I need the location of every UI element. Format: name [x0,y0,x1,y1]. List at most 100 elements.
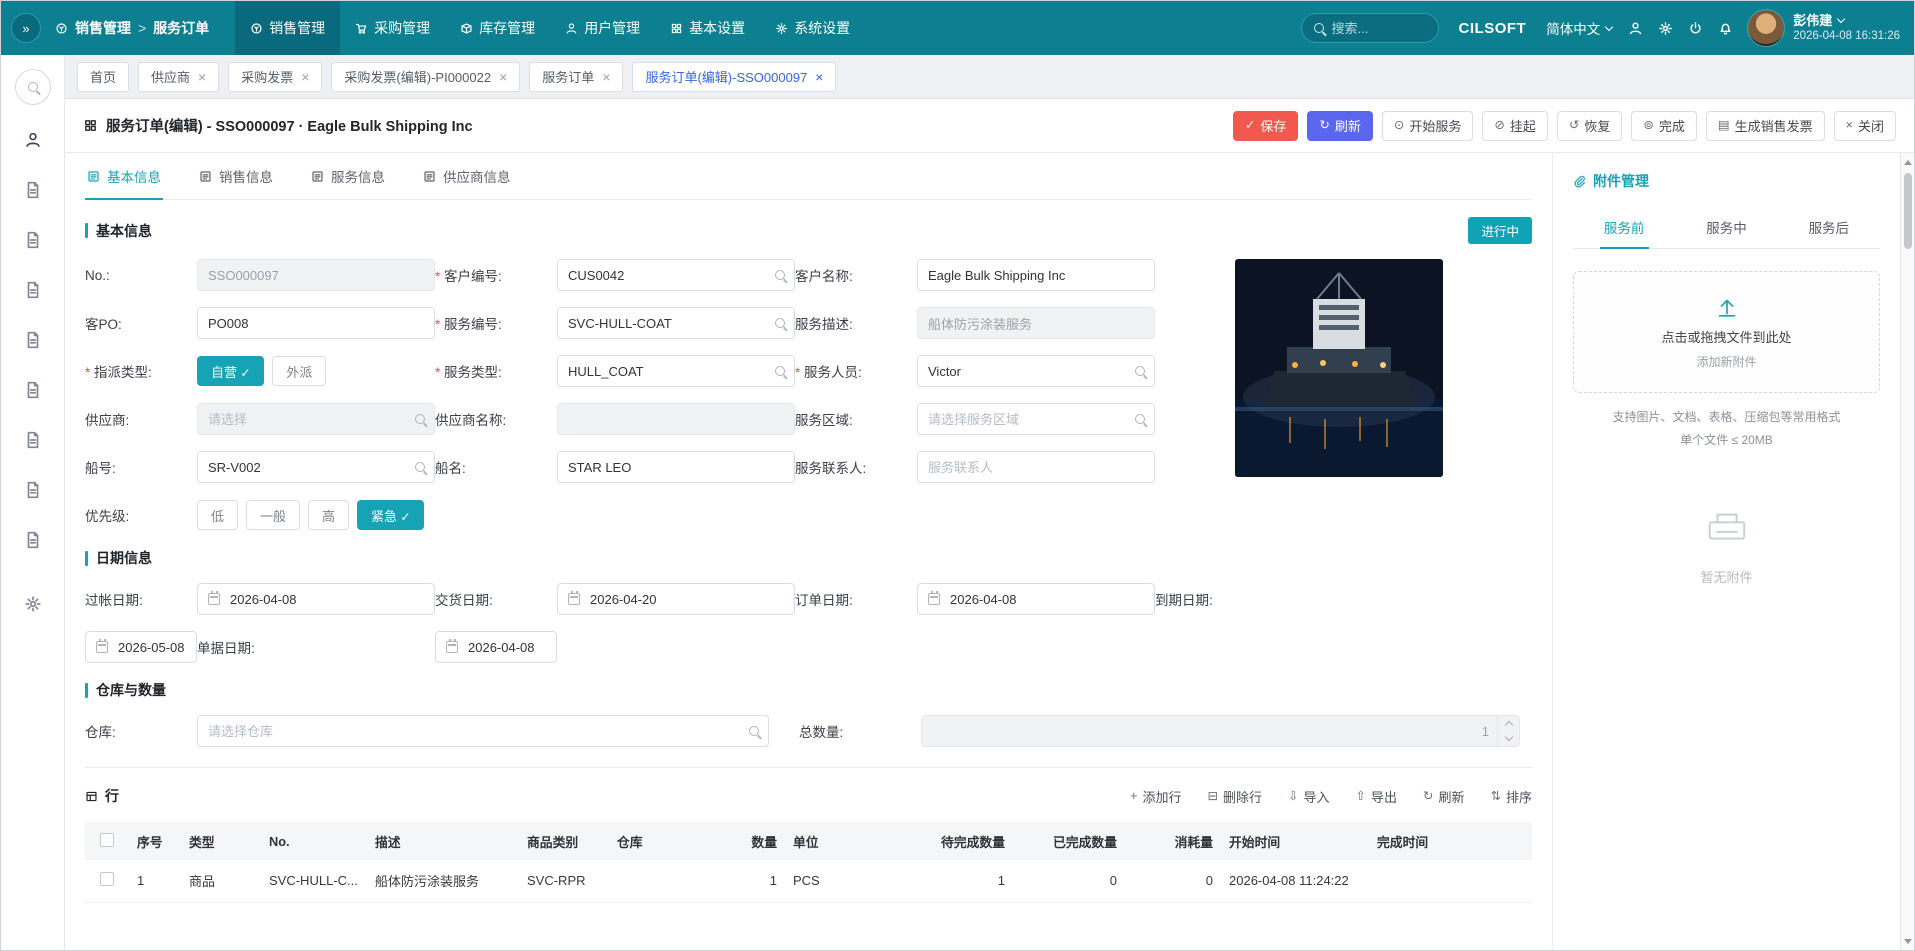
row-checkbox[interactable] [100,872,114,886]
assign-type-outsource-option[interactable]: 外派 [272,356,326,386]
close-icon[interactable]: × [301,70,309,84]
assign-type-self-option[interactable]: 自营 [197,356,264,386]
sidebar-item-doc-8[interactable] [1,515,64,565]
sidebar-item-settings[interactable] [1,579,64,629]
priority-urgent-option[interactable]: 紧急 [357,500,424,530]
global-search-input[interactable] [1332,21,1422,36]
close-icon[interactable]: × [602,70,610,84]
generate-invoice-button[interactable]: ▤生成销售发票 [1706,111,1825,141]
refresh-button[interactable]: ↻刷新 [1307,111,1373,141]
menu-inventory[interactable]: 库存管理 [445,1,550,55]
close-page-button[interactable]: ×关闭 [1834,111,1896,141]
sidebar-item-doc-2[interactable] [1,215,64,265]
close-icon[interactable]: × [198,70,206,84]
settings-gear-icon[interactable] [1658,21,1673,36]
menu-basic-settings[interactable]: 基本设置 [655,1,760,55]
refresh-lines-button[interactable]: ↻刷新 [1423,787,1465,806]
vertical-scrollbar[interactable] [1900,153,1914,950]
complete-button[interactable]: ⊚完成 [1631,111,1697,141]
search-icon[interactable] [749,726,759,736]
stepper-down-icon[interactable] [1498,731,1519,746]
tab-pre-service[interactable]: 服务前 [1573,207,1675,248]
priority-normal-option[interactable]: 一般 [246,500,300,530]
service-contact-field[interactable] [917,451,1155,483]
user-menu[interactable]: 彭伟建 2026-04-08 16:31:26 [1747,9,1900,47]
calendar-icon[interactable] [568,593,580,605]
priority-high-option[interactable]: 高 [308,500,349,530]
resume-button[interactable]: ↺恢复 [1557,111,1623,141]
calendar-icon[interactable] [446,641,458,653]
menu-purchase[interactable]: 采购管理 [340,1,445,55]
search-icon[interactable] [1135,366,1145,376]
posting-date-field[interactable] [197,583,435,615]
sidebar-item-doc-3[interactable] [1,265,64,315]
search-icon[interactable] [415,462,425,472]
priority-low-option[interactable]: 低 [197,500,238,530]
scrollbar-thumb[interactable] [1904,173,1912,249]
add-row-button[interactable]: +添加行 [1130,787,1181,806]
menu-system-settings[interactable]: 系统设置 [760,1,865,55]
tab-supplier-info[interactable]: 供应商信息 [421,153,513,199]
tab-suppliers[interactable]: 供应商× [138,62,219,92]
customer-po-field[interactable] [197,307,435,339]
save-button[interactable]: ✓保存 [1233,111,1299,141]
ship-name-field[interactable] [557,451,795,483]
calendar-icon[interactable] [96,641,108,653]
warehouse-field[interactable] [197,715,769,747]
export-button[interactable]: ⇧导出 [1356,787,1398,806]
tab-service-order[interactable]: 服务订单× [529,62,623,92]
service-area-field[interactable] [917,403,1155,435]
sidebar-item-doc-1[interactable] [1,165,64,215]
order-date-field[interactable] [917,583,1155,615]
search-icon[interactable] [1135,414,1145,424]
tab-purchase-invoice-edit[interactable]: 采购发票(编辑)-PI000022× [331,62,520,92]
tab-in-service[interactable]: 服务中 [1675,207,1777,248]
customer-name-field[interactable] [917,259,1155,291]
tab-service-info[interactable]: 服务信息 [309,153,387,199]
tab-service-order-edit[interactable]: 服务订单(编辑)-SSO000097× [632,62,836,92]
close-icon[interactable]: × [815,70,823,84]
sidebar-search-button[interactable] [15,69,51,105]
stepper-up-icon[interactable] [1498,716,1519,731]
tab-home[interactable]: 首页 [77,62,129,92]
upload-dropzone[interactable]: 点击或拖拽文件到此处 添加新附件 [1573,271,1880,393]
hold-button[interactable]: ⊘挂起 [1482,111,1548,141]
service-person-field[interactable] [917,355,1155,387]
table-row[interactable]: 1 商品 SVC-HULL-C... 船体防污涂装服务 SVC-RPR 1 PC… [85,860,1532,902]
bell-icon[interactable] [1718,21,1733,36]
select-all-checkbox[interactable] [100,833,114,847]
service-code-field[interactable] [557,307,795,339]
delivery-date-field[interactable] [557,583,795,615]
calendar-icon[interactable] [928,593,940,605]
sidebar-item-doc-6[interactable] [1,415,64,465]
search-icon[interactable] [775,270,785,280]
scroll-down-arrow[interactable] [1901,934,1914,948]
service-type-field[interactable] [557,355,795,387]
language-selector[interactable]: 简体中文 [1546,18,1612,38]
sidebar-item-customer[interactable] [1,115,64,165]
start-service-button[interactable]: ⊙开始服务 [1382,111,1474,141]
ship-no-field[interactable] [197,451,435,483]
tab-post-service[interactable]: 服务后 [1778,207,1880,248]
tab-purchase-invoice[interactable]: 采购发票× [228,62,322,92]
delete-row-button[interactable]: ⊟删除行 [1208,787,1263,806]
tab-sales-info[interactable]: 销售信息 [197,153,275,199]
menu-sales[interactable]: 销售管理 [235,1,340,55]
close-icon[interactable]: × [499,70,507,84]
tab-basic-info[interactable]: 基本信息 [85,153,163,199]
sidebar-item-doc-5[interactable] [1,365,64,415]
power-icon[interactable] [1688,21,1703,36]
global-search[interactable] [1301,13,1439,43]
search-icon[interactable] [775,366,785,376]
menu-users[interactable]: 用户管理 [550,1,655,55]
sidebar-item-doc-7[interactable] [1,465,64,515]
sidebar-toggle-button[interactable]: » [11,13,41,43]
calendar-icon[interactable] [208,593,220,605]
search-icon[interactable] [775,318,785,328]
sidebar-item-doc-4[interactable] [1,315,64,365]
import-button[interactable]: ⇩导入 [1288,787,1330,806]
sort-button[interactable]: ⇅排序 [1491,787,1533,806]
profile-icon[interactable] [1628,21,1643,36]
scroll-up-arrow[interactable] [1901,155,1914,169]
customer-code-field[interactable] [557,259,795,291]
